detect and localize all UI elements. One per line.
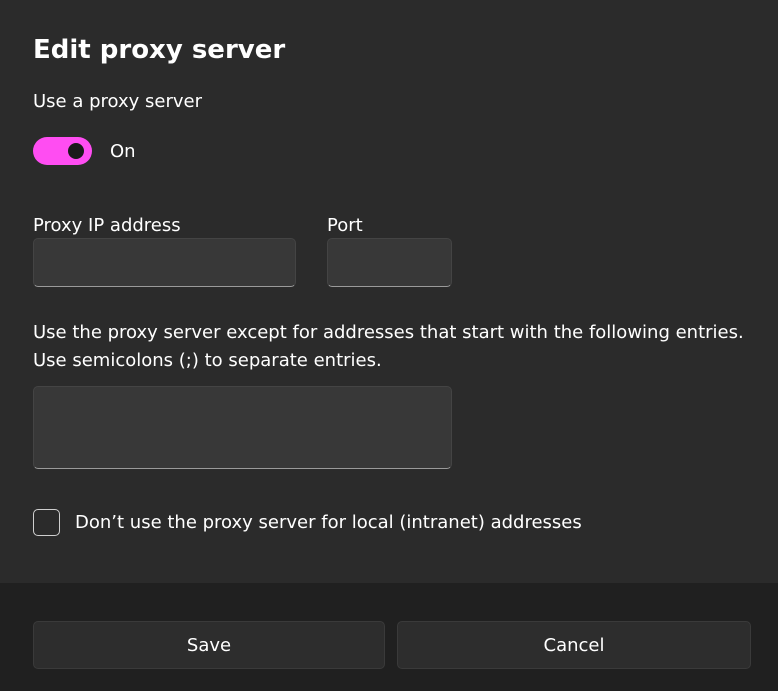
- dialog-content: Edit proxy server Use a proxy server On …: [0, 0, 778, 583]
- proxy-ip-input[interactable]: [33, 238, 296, 287]
- use-proxy-label: Use a proxy server: [33, 91, 202, 112]
- save-button[interactable]: Save: [33, 621, 385, 669]
- port-label: Port: [327, 215, 363, 236]
- proxy-ip-label: Proxy IP address: [33, 215, 181, 236]
- exceptions-input[interactable]: [33, 386, 452, 469]
- dialog-footer: Save Cancel: [0, 583, 778, 691]
- toggle-state-label: On: [110, 141, 136, 162]
- port-input[interactable]: [327, 238, 452, 287]
- exceptions-description-line2: Use semicolons (;) to separate entries.: [33, 350, 382, 371]
- exceptions-description-line1: Use the proxy server except for addresse…: [33, 322, 744, 343]
- local-addresses-checkbox[interactable]: [33, 509, 60, 536]
- use-proxy-toggle[interactable]: [33, 137, 92, 165]
- toggle-knob: [68, 143, 84, 159]
- edit-proxy-dialog: Edit proxy server Use a proxy server On …: [0, 0, 778, 691]
- local-addresses-label: Don’t use the proxy server for local (in…: [75, 512, 582, 533]
- cancel-button[interactable]: Cancel: [397, 621, 751, 669]
- dialog-title: Edit proxy server: [33, 35, 286, 65]
